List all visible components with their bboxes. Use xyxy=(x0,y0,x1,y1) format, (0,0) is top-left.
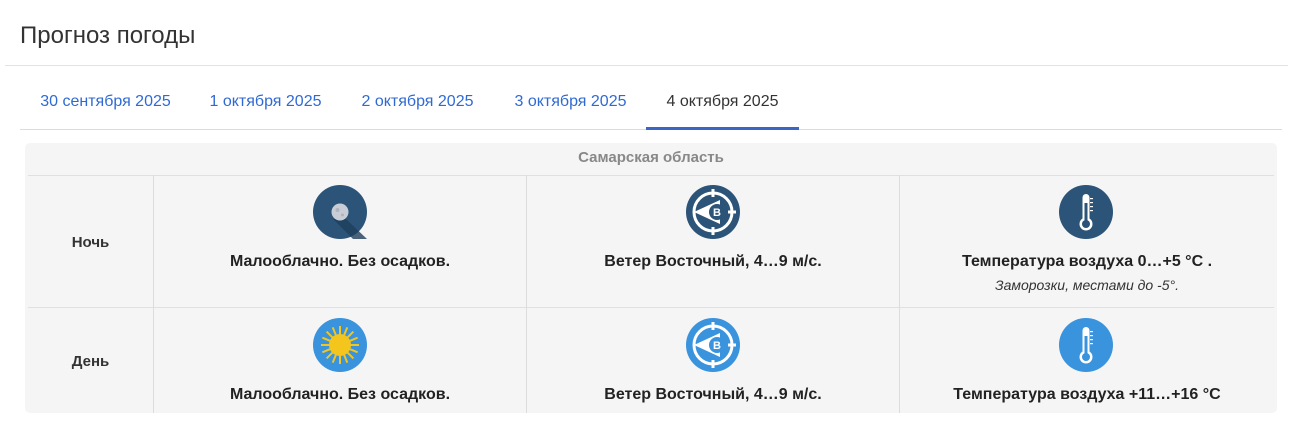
night-temperature-text: Температура воздуха 0…+5 °C . xyxy=(961,253,1213,270)
period-day: День xyxy=(71,353,110,370)
night-sky-text: Малооблачно. Без осадков. xyxy=(229,253,451,270)
day-wind-text: Ветер Восточный, 4…9 м/с. xyxy=(604,386,822,403)
night-sky-cell: Малооблачно. Без осадков. xyxy=(154,176,526,307)
tab-4-october[interactable]: 4 октября 2025 xyxy=(646,80,799,130)
day-temperature-text: Температура воздуха +11…+16 °C xyxy=(953,386,1221,403)
tab-3-october[interactable]: 3 октября 2025 xyxy=(511,80,630,127)
period-night: Ночь xyxy=(71,234,110,251)
date-tabs: 30 сентября 2025 1 октября 2025 2 октябр… xyxy=(20,80,1282,130)
tab-1-october[interactable]: 1 октября 2025 xyxy=(207,80,324,127)
page-title: Прогноз погоды xyxy=(20,22,196,49)
region-name: Самарская область xyxy=(578,149,724,166)
tab-2-october[interactable]: 2 октября 2025 xyxy=(358,80,477,127)
night-frost-note: Заморозки, местами до -5°. xyxy=(994,277,1179,293)
day-sky-cell: Малооблачно. Без осадков. xyxy=(154,308,526,413)
night-temperature-cell: Температура воздуха 0…+5 °C . Заморозки,… xyxy=(900,176,1274,307)
night-wind-text: Ветер Восточный, 4…9 м/с. xyxy=(604,253,822,270)
night-wind-cell: В Ветер Восточный, 4…9 м/с. xyxy=(527,176,899,307)
moon-icon xyxy=(313,185,367,239)
sun-icon xyxy=(313,318,367,372)
wind-direction-east-icon: В xyxy=(686,318,740,372)
thermometer-icon xyxy=(1059,185,1113,239)
day-temperature-cell: Температура воздуха +11…+16 °C xyxy=(900,308,1274,413)
svg-text:В: В xyxy=(713,207,721,219)
weather-forecast-page: Прогноз погоды 30 сентября 2025 1 октябр… xyxy=(0,0,1294,430)
svg-text:В: В xyxy=(713,340,721,352)
day-wind-cell: В Ветер Восточный, 4…9 м/с. xyxy=(527,308,899,413)
day-sky-text: Малооблачно. Без осадков. xyxy=(229,386,451,403)
wind-direction-east-icon: В xyxy=(686,185,740,239)
title-divider xyxy=(5,65,1288,66)
thermometer-icon xyxy=(1059,318,1113,372)
forecast-table: Самарская область Ночь Малооблачно. Без … xyxy=(25,143,1277,413)
tab-30-september[interactable]: 30 сентября 2025 xyxy=(38,80,173,127)
